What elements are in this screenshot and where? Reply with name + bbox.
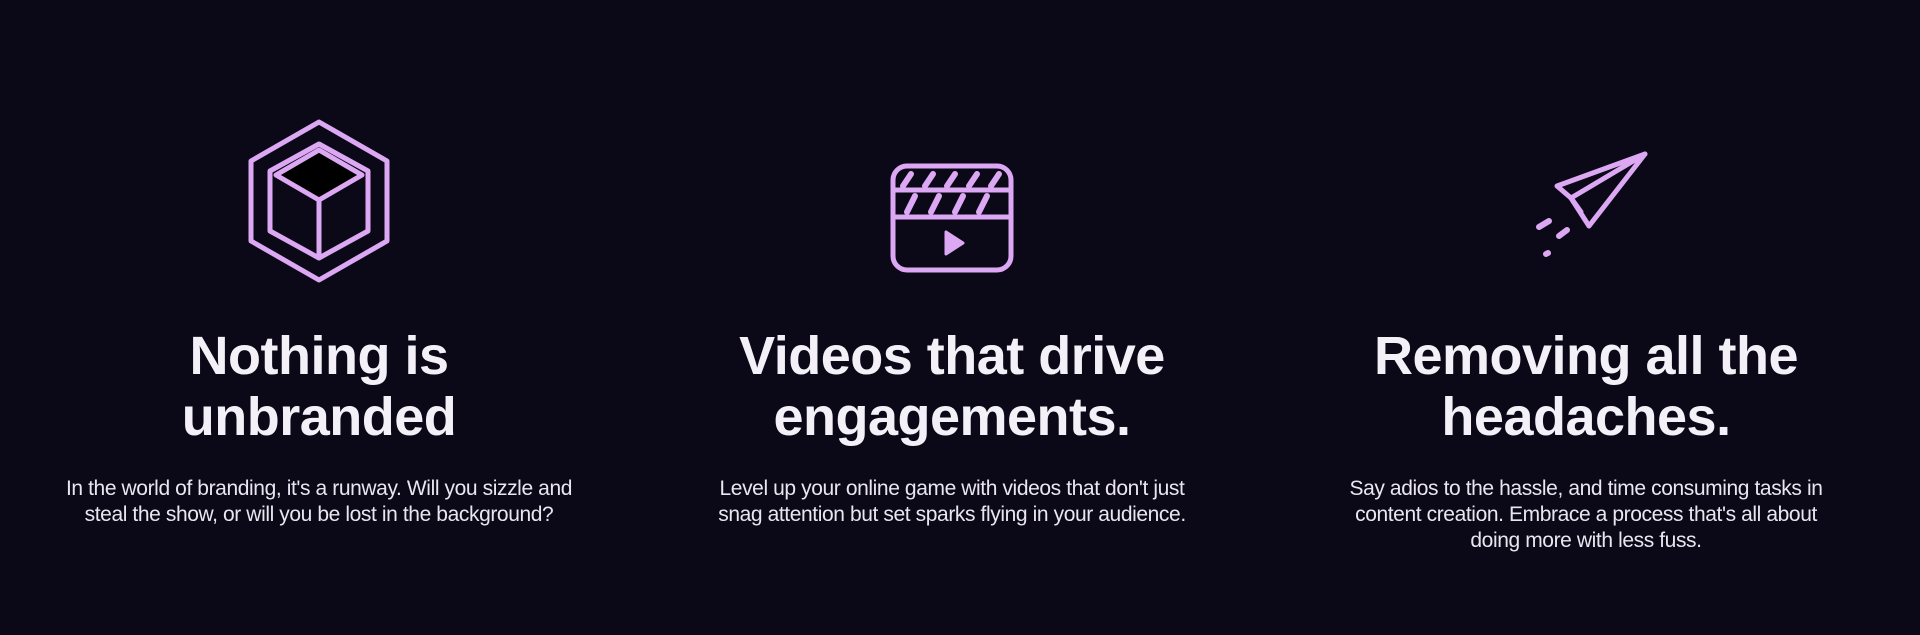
hexagon-cube-icon	[246, 118, 392, 284]
feature-description: Say adios to the hassle, and time consum…	[1349, 477, 1823, 552]
paper-plane-icon	[1521, 150, 1651, 264]
clapperboard-play-icon	[889, 162, 1015, 274]
feature-title: Removing all the headaches.	[1373, 326, 1799, 447]
features-section: Nothing is unbranded In the world of bra…	[0, 0, 1920, 635]
feature-title: Videos that drive engagements.	[739, 326, 1165, 447]
feature-description: Level up your online game with videos th…	[718, 477, 1186, 526]
feature-title: Nothing is unbranded	[181, 326, 457, 447]
feature-description: In the world of branding, it's a runway.…	[65, 477, 573, 526]
